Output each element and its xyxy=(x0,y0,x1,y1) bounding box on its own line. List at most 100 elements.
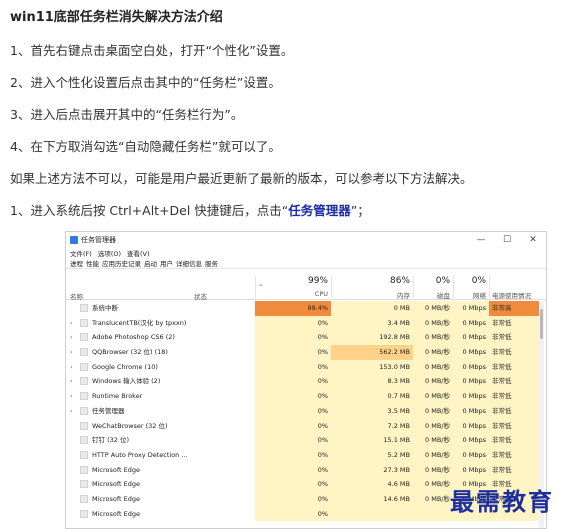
column-name[interactable]: 名称 xyxy=(70,291,83,301)
table-row[interactable]: › Google Chrome (10) 0% 153.0 MB 0 MB/秒 0 Mbp… xyxy=(66,359,546,375)
process-name: › Runtime Broker xyxy=(66,389,256,404)
network-value: 0 Mbps xyxy=(453,301,489,316)
process-name: Microsoft Edge xyxy=(66,463,256,478)
column-divider xyxy=(413,276,414,298)
process-name-text: Google Chrome (10) xyxy=(92,362,158,371)
disk-total: 0% xyxy=(435,276,450,286)
process-name: › Windows 输入体验 (2) xyxy=(66,374,256,389)
cpu-value: 0% xyxy=(255,491,331,507)
cpu-value: 0% xyxy=(255,315,331,331)
process-name: 钉钉 (32 位) xyxy=(66,433,256,448)
column-divider xyxy=(489,276,490,298)
tab-startup[interactable]: 启动 xyxy=(144,258,157,268)
power-value: 非常低 xyxy=(489,447,540,463)
power-value: 非常低 xyxy=(489,433,540,448)
process-name: 系统中断 xyxy=(66,301,256,316)
task-manager-app-icon xyxy=(70,236,78,244)
expand-chevron-icon[interactable]: › xyxy=(70,374,80,389)
process-name-text: Windows 输入体验 (2) xyxy=(92,377,161,386)
power-value: 非常低 xyxy=(489,462,540,478)
process-name-text: Microsoft Edge xyxy=(92,494,141,503)
memory-value: 192.8 MB xyxy=(331,330,413,346)
menu-file[interactable]: 文件(F) xyxy=(70,248,92,258)
table-row[interactable]: WeChatBrowser (32 位) 0% 7.2 MB 0 MB/秒 0 Mbps… xyxy=(66,418,546,434)
table-row[interactable]: HTTP Auto Proxy Detection ... 0% 5.2 MB 0 M… xyxy=(66,447,546,463)
column-power[interactable]: 电源使用情况 xyxy=(492,276,542,300)
column-divider xyxy=(453,276,454,298)
power-value: 非常低 xyxy=(489,389,540,404)
watermark-logo: 最需教育 xyxy=(450,487,554,516)
table-row[interactable]: › 任务管理器 0% 3.5 MB 0 MB/秒 0 Mbps 非常低 xyxy=(66,403,546,419)
close-icon[interactable]: ✕ xyxy=(520,232,546,248)
power-value: 非常低 xyxy=(489,345,540,360)
fallback-note: 如果上述方法不可以，可能是用户最近更新了最新的版本，可以参考以下方法解决。 xyxy=(10,171,473,186)
step-alt-suffix: ”； xyxy=(350,203,370,218)
tm-menu-bar: 文件(F) 选项(O) 查看(V) xyxy=(66,248,546,258)
tab-users[interactable]: 用户 xyxy=(160,258,173,268)
step-4: 4、在下方取消勾选“自动隐藏任务栏”就可以了。 xyxy=(10,139,281,154)
disk-value: 0 MB/秒 xyxy=(413,389,453,404)
process-name-text: WeChatBrowser (32 位) xyxy=(92,421,168,430)
power-value: 非常低 xyxy=(489,403,540,419)
expand-chevron-icon[interactable]: › xyxy=(70,330,80,345)
process-name-text: 系统中断 xyxy=(92,304,118,312)
memory-value: 8.3 MB xyxy=(331,374,413,390)
table-row[interactable]: › Adobe Photoshop CS6 (2) 0% 192.8 MB 0 MB/秒… xyxy=(66,330,546,346)
expand-chevron-icon[interactable]: › xyxy=(70,404,80,419)
process-icon xyxy=(80,348,88,357)
menu-options[interactable]: 选项(O) xyxy=(98,248,121,258)
power-value: 非常低 xyxy=(489,330,540,346)
expand-chevron-icon[interactable]: › xyxy=(70,316,80,331)
process-name: Microsoft Edge xyxy=(66,507,256,522)
process-icon xyxy=(80,406,88,415)
table-row[interactable]: 系统中断 99.4% 0 MB 0 MB/秒 0 Mbps 非常高 xyxy=(66,301,546,316)
column-cpu[interactable]: 99% CPU xyxy=(266,276,328,298)
disk-value: 0 MB/秒 xyxy=(413,301,453,316)
process-name-text: Microsoft Edge xyxy=(92,465,141,474)
table-row[interactable]: › QQBrowser (32 位) (18) 0% 562.2 MB 0 MB/秒 0 … xyxy=(66,345,546,360)
tm-window-title: 任务管理器 xyxy=(81,236,116,244)
expand-chevron-icon[interactable]: › xyxy=(70,389,80,404)
tab-services[interactable]: 服务 xyxy=(205,258,218,268)
expand-chevron-icon[interactable]: › xyxy=(70,360,80,375)
cpu-value: 0% xyxy=(255,462,331,478)
expand-chevron-icon[interactable]: › xyxy=(70,345,80,360)
tab-details[interactable]: 详细信息 xyxy=(176,258,202,268)
column-network[interactable]: 0% 网络 xyxy=(456,276,486,300)
process-name-text: Microsoft Edge xyxy=(92,509,141,518)
memory-value: 15.1 MB xyxy=(331,433,413,448)
column-disk[interactable]: 0% 磁盘 xyxy=(416,276,450,300)
network-label: 网络 xyxy=(473,292,486,300)
table-row[interactable]: 钉钉 (32 位) 0% 15.1 MB 0 MB/秒 0 Mbps 非常低 xyxy=(66,433,546,448)
process-name: HTTP Auto Proxy Detection ... xyxy=(66,448,256,463)
table-row[interactable]: › Runtime Broker 0% 0.7 MB 0 MB/秒 0 Mbps 非常低 xyxy=(66,389,546,404)
table-row[interactable]: › Windows 输入体验 (2) 0% 8.3 MB 0 MB/秒 0 Mbps 非常低 xyxy=(66,374,546,390)
process-icon xyxy=(80,304,88,312)
tab-performance[interactable]: 性能 xyxy=(86,258,99,268)
scrollbar-thumb[interactable] xyxy=(540,309,543,339)
column-status[interactable]: 状态 xyxy=(194,291,207,301)
table-row[interactable]: Microsoft Edge 0% 27.3 MB 0 MB/秒 0 Mbps 非常低 xyxy=(66,462,546,478)
column-divider xyxy=(255,276,256,298)
cpu-total: 99% xyxy=(307,276,328,286)
tab-processes[interactable]: 进程 xyxy=(70,258,83,268)
cpu-value: 0% xyxy=(255,447,331,463)
tab-app-history[interactable]: 应用历史记录 xyxy=(102,258,141,268)
process-name-text: TranslucentTB(汉化 by tpxxn) xyxy=(92,318,187,327)
process-name-text: QQBrowser (32 位) (18) xyxy=(92,348,168,357)
process-icon xyxy=(80,494,88,503)
cpu-label: CPU xyxy=(314,290,328,298)
disk-value: 0 MB/秒 xyxy=(413,359,453,375)
memory-value: 7.2 MB xyxy=(331,418,413,434)
process-name-text: 钉钉 (32 位) xyxy=(92,436,129,445)
network-value: 0 Mbps xyxy=(453,447,489,463)
column-memory[interactable]: 86% 内存 xyxy=(336,276,410,300)
process-name: › 任务管理器 xyxy=(66,404,256,419)
maximize-icon[interactable]: ☐ xyxy=(494,232,520,248)
table-row[interactable]: › TranslucentTB(汉化 by tpxxn) 0% 3.4 MB 0 MB/… xyxy=(66,315,546,331)
disk-value: 0 MB/秒 xyxy=(413,403,453,419)
disk-value: 0 MB/秒 xyxy=(413,330,453,346)
process-icon xyxy=(80,362,88,371)
menu-view[interactable]: 查看(V) xyxy=(127,248,150,258)
minimize-icon[interactable]: — xyxy=(468,232,494,248)
